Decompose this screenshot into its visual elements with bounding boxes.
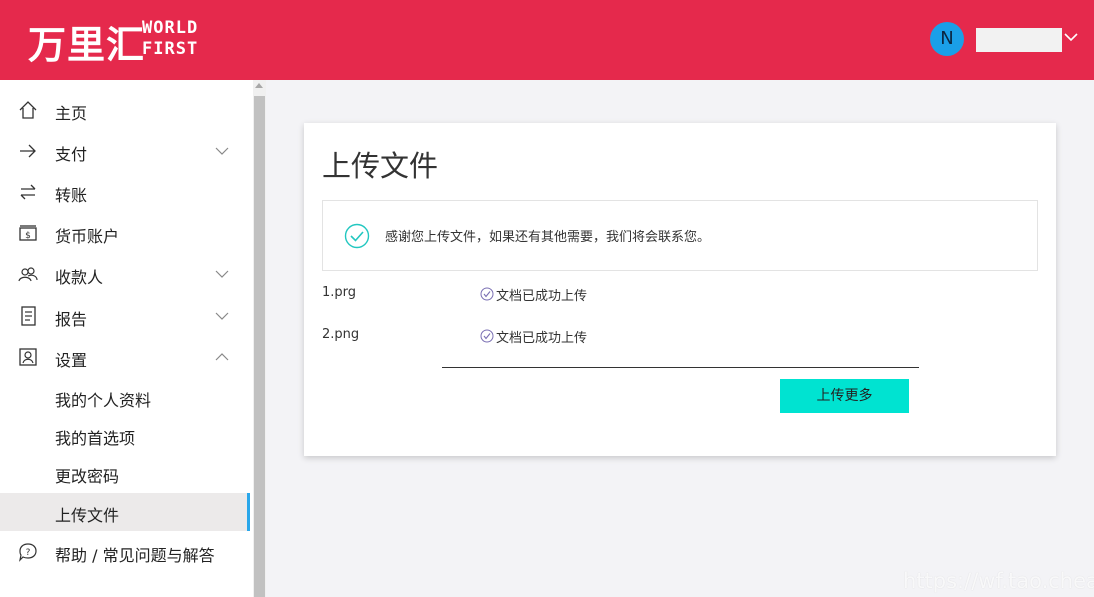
payees-icon [18,267,38,282]
sidebar-subitem-label: 我的首选项 [55,429,136,448]
sidebar-item-label: 主页 [55,104,88,123]
page-title: 上传文件 [322,149,439,183]
sidebar-item-payments[interactable]: 支付 [0,132,250,170]
home-icon [19,101,37,119]
sidebar-item-label: 帮助 / 常见问题与解答 [55,546,215,565]
sidebar-item-payees[interactable]: 收款人 [0,255,250,293]
sidebar: 主页 支付 转账 $ 货币账户 收款人 报告 设置 我的个人资料 我的首选项 更… [0,80,253,597]
sidebar-item-label: 支付 [55,145,88,164]
upload-files-card: 上传文件 感谢您上传文件，如果还有其他需要，我们将会联系您。 1.prg 文档已… [304,123,1056,456]
logo-english-line2: FIRST [142,39,199,59]
file-status: 文档已成功上传 [496,331,588,346]
divider [442,367,919,368]
sidebar-subitem-preferences[interactable]: 我的首选项 [0,416,250,454]
check-circle-icon [480,287,494,301]
logo-chinese[interactable]: 万里汇 [28,14,145,69]
notice-text: 感谢您上传文件，如果还有其他需要，我们将会联系您。 [385,230,711,245]
report-icon [21,306,36,326]
file-row: 2.png 文档已成功上传 [322,325,922,349]
scrollbar-thumb[interactable] [254,96,265,597]
username-field[interactable] [976,28,1062,52]
logo-english[interactable]: WORLD FIRST [142,18,198,60]
sidebar-item-label: 设置 [55,351,88,370]
chevron-down-icon[interactable] [215,311,229,321]
sidebar-subitem-label: 上传文件 [55,506,120,525]
top-header: 万里汇 WORLD FIRST N [0,0,1094,80]
sidebar-item-label: 收款人 [55,268,104,287]
sidebar-subitem-label: 更改密码 [55,467,120,486]
check-circle-icon [344,223,370,249]
chevron-down-icon[interactable] [215,269,229,279]
settings-icon [19,348,37,366]
svg-text:?: ? [26,548,31,558]
chevron-down-icon[interactable] [1064,29,1078,45]
file-name: 1.prg [322,285,357,300]
chevron-down-icon[interactable] [215,146,229,156]
sidebar-item-label: 转账 [55,186,88,205]
active-indicator [247,493,250,531]
scroll-up-arrow-icon[interactable] [255,83,263,88]
currency-account-icon: $ [19,225,37,241]
sidebar-item-home[interactable]: 主页 [0,91,250,129]
sidebar-item-label: 货币账户 [55,227,120,246]
logo-english-line1: WORLD [142,18,199,38]
sidebar-item-settings[interactable]: 设置 [0,338,250,376]
sidebar-scrollbar[interactable] [253,80,266,597]
upload-more-button[interactable]: 上传更多 [780,379,909,413]
sidebar-item-help[interactable]: ? 帮助 / 常见问题与解答 [0,533,250,571]
sidebar-item-transfer[interactable]: 转账 [0,173,250,211]
sidebar-subitem-profile[interactable]: 我的个人资料 [0,378,250,416]
sidebar-item-label: 报告 [55,310,88,329]
avatar[interactable]: N [930,22,964,56]
chevron-up-icon[interactable] [215,352,229,362]
check-circle-icon [480,329,494,343]
sidebar-subitem-upload-files[interactable]: 上传文件 [0,493,250,531]
transfer-icon [20,184,36,200]
file-name: 2.png [322,327,360,342]
sidebar-item-reports[interactable]: 报告 [0,297,250,335]
sidebar-subitem-change-password[interactable]: 更改密码 [0,454,250,492]
file-row: 1.prg 文档已成功上传 [322,283,922,307]
sidebar-item-currency-accounts[interactable]: $ 货币账户 [0,214,250,252]
sidebar-subitem-label: 我的个人资料 [55,391,152,410]
file-status: 文档已成功上传 [496,289,588,304]
svg-text:$: $ [25,231,31,241]
help-icon: ? [19,543,37,562]
arrow-right-icon [20,144,36,158]
success-notice: 感谢您上传文件，如果还有其他需要，我们将会联系您。 [322,200,1038,271]
watermark: https://wf.tao.cheap [903,569,1094,593]
